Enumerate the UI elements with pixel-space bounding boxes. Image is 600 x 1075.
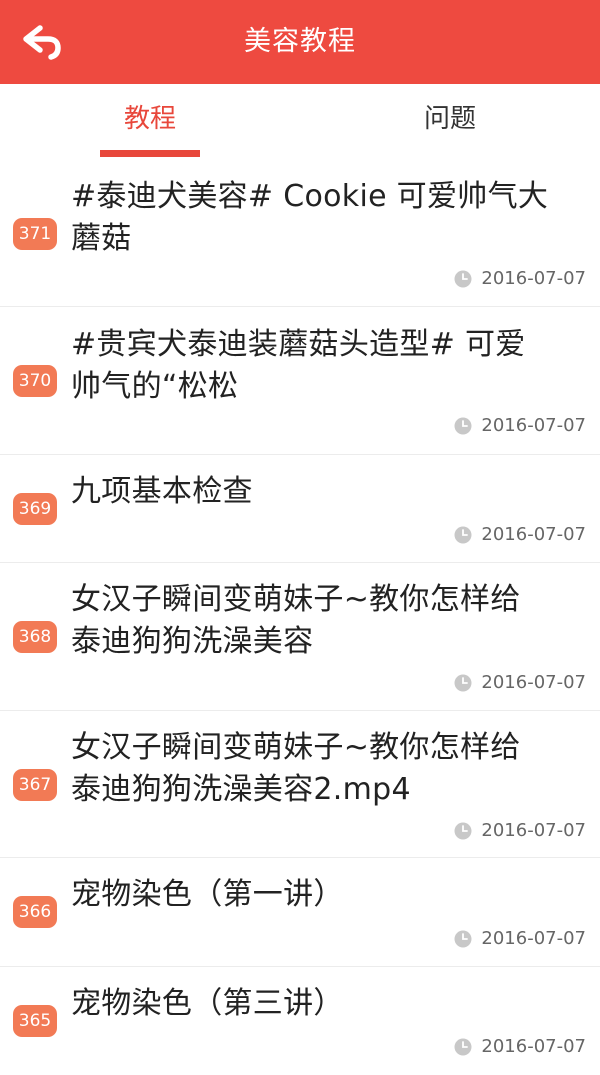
active-tab-indicator [100, 150, 200, 157]
item-number-badge: 366 [13, 896, 57, 928]
clock-icon [454, 270, 472, 288]
item-date: 2016-07-07 [454, 927, 586, 951]
list-item[interactable]: 366 宠物染色（第一讲） 2016-07-07 [0, 858, 600, 967]
tab-label: 教程 [123, 104, 176, 134]
list-item[interactable]: 367 女汉子瞬间变萌妹子~教你怎样给 泰迪狗狗洗澡美容2.mp4 2016-07… [0, 711, 600, 858]
item-date: 2016-07-07 [454, 414, 586, 438]
tab-bar: 教程 问题 [0, 84, 600, 160]
item-date: 2016-07-07 [454, 819, 586, 843]
item-title: 九项基本检查 [71, 474, 253, 509]
list-item[interactable]: 369 九项基本检查 2016-07-07 [0, 455, 600, 563]
item-number-badge: 369 [13, 493, 57, 525]
list-item[interactable]: 368 女汉子瞬间变萌妹子~教你怎样给 泰迪狗狗洗澡美容 2016-07-07 [0, 563, 600, 711]
tutorial-list: 371 #泰迪犬美容# Cookie 可爱帅气大 蘑菇 2016-07-07 37… [0, 160, 600, 1075]
item-number-badge: 370 [13, 365, 57, 397]
item-number-badge: 367 [13, 769, 57, 801]
date-text: 2016-07-07 [481, 672, 586, 693]
date-text: 2016-07-07 [481, 268, 586, 289]
item-title: 宠物染色（第三讲） [71, 986, 344, 1021]
item-date: 2016-07-07 [454, 523, 586, 547]
list-item[interactable]: 365 宠物染色（第三讲） 2016-07-07 [0, 967, 600, 1075]
item-date: 2016-07-07 [454, 267, 586, 291]
date-text: 2016-07-07 [481, 928, 586, 949]
item-title: 宠物染色（第一讲） [71, 877, 344, 912]
date-text: 2016-07-07 [481, 1036, 586, 1057]
clock-icon [454, 1038, 472, 1056]
item-number-badge: 371 [13, 218, 57, 250]
item-date: 2016-07-07 [454, 1035, 586, 1059]
date-text: 2016-07-07 [481, 820, 586, 841]
item-title: 女汉子瞬间变萌妹子~教你怎样给 泰迪狗狗洗澡美容2.mp4 [71, 730, 521, 807]
clock-icon [454, 822, 472, 840]
clock-icon [454, 930, 472, 948]
item-number-badge: 365 [13, 1005, 57, 1037]
item-title: 女汉子瞬间变萌妹子~教你怎样给 泰迪狗狗洗澡美容 [71, 582, 521, 659]
list-item[interactable]: 370 #贵宾犬泰迪装蘑菇头造型# 可爱 帅气的“松松 2016-07-07 [0, 307, 600, 455]
page-title: 美容教程 [244, 26, 356, 57]
item-title: #贵宾犬泰迪装蘑菇头造型# 可爱 帅气的“松松 [71, 327, 526, 404]
item-title: #泰迪犬美容# Cookie 可爱帅气大 蘑菇 [71, 179, 549, 256]
tab-label: 问题 [423, 104, 476, 134]
date-text: 2016-07-07 [481, 415, 586, 436]
tab-tutorials[interactable]: 教程 [0, 84, 300, 160]
list-item[interactable]: 371 #泰迪犬美容# Cookie 可爱帅气大 蘑菇 2016-07-07 [0, 160, 600, 307]
date-text: 2016-07-07 [481, 524, 586, 545]
clock-icon [454, 674, 472, 692]
clock-icon [454, 417, 472, 435]
app-header: 美容教程 [0, 0, 600, 84]
clock-icon [454, 526, 472, 544]
item-date: 2016-07-07 [454, 671, 586, 695]
tab-questions[interactable]: 问题 [300, 84, 600, 160]
item-number-badge: 368 [13, 621, 57, 653]
